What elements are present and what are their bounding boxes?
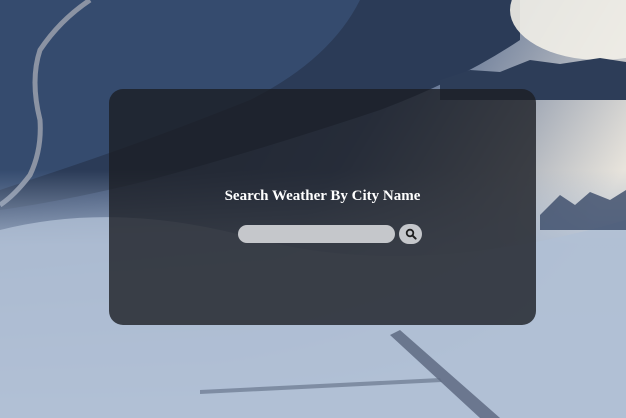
search-icon [405,228,417,240]
page-title: Search Weather By City Name [224,188,421,204]
search-bar [238,224,422,244]
search-card: Search Weather By City Name [109,89,536,325]
search-button[interactable] [399,224,422,244]
search-input[interactable] [238,225,395,243]
